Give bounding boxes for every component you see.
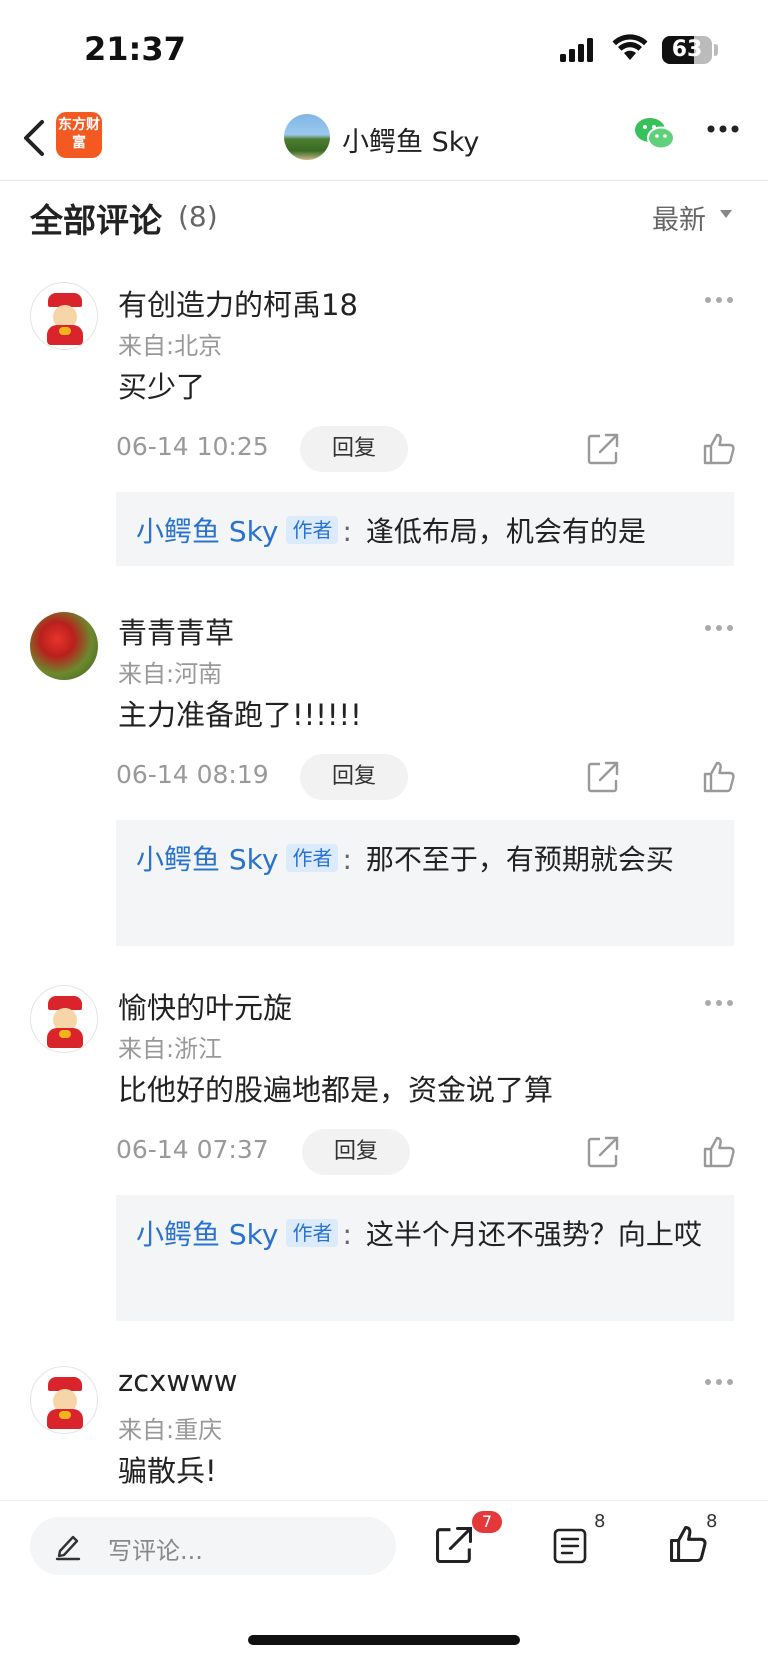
comments-count: (8) bbox=[178, 200, 218, 233]
more-icon[interactable] bbox=[706, 124, 740, 134]
reply-colon: : bbox=[342, 843, 352, 876]
share-icon[interactable] bbox=[586, 1135, 620, 1169]
wifi-icon bbox=[612, 34, 648, 60]
wechat-icon[interactable] bbox=[634, 116, 676, 152]
comment-username[interactable]: zcxwww bbox=[118, 1364, 237, 1398]
user-avatar[interactable] bbox=[30, 612, 98, 680]
reply-text: 逢低布局，机会有的是 bbox=[365, 515, 646, 548]
user-avatar[interactable] bbox=[30, 1366, 98, 1434]
cellular-signal-icon bbox=[560, 38, 593, 62]
chevron-down-icon[interactable] bbox=[720, 210, 732, 218]
comment-text: 比他好的股遍地都是，资金说了算 bbox=[118, 1073, 554, 1107]
battery-level: 63 bbox=[671, 37, 703, 62]
comment-username[interactable]: 青青青草 bbox=[118, 610, 234, 652]
reply-button[interactable]: 回复 bbox=[300, 426, 408, 472]
comment-item: zcxwww 来自:重庆 骗散兵! bbox=[0, 1330, 768, 1500]
reply-colon: : bbox=[342, 1218, 352, 1251]
share-count-badge: 7 bbox=[472, 1511, 502, 1533]
user-avatar[interactable] bbox=[30, 282, 98, 350]
reply-colon: : bbox=[342, 515, 352, 548]
comment-date: 06-14 08:19 bbox=[116, 760, 269, 789]
nav-title[interactable]: 小鳄鱼 Sky bbox=[342, 120, 479, 159]
comment-location: 来自:北京 bbox=[118, 332, 223, 360]
comment-more-icon[interactable] bbox=[704, 1378, 734, 1386]
comment-text: 骗散兵! bbox=[118, 1454, 217, 1488]
comment-count: 8 bbox=[594, 1511, 606, 1532]
sort-dropdown[interactable]: 最新 bbox=[652, 198, 706, 237]
comment-input-placeholder: 写评论... bbox=[108, 1537, 203, 1565]
nav-bar: 东方财富 小鳄鱼 Sky bbox=[0, 100, 768, 181]
like-icon[interactable] bbox=[702, 1135, 736, 1169]
comments-title: 全部评论 bbox=[30, 201, 162, 240]
comment-text: 买少了 bbox=[118, 370, 206, 404]
reply-text: 那不至于，有预期就会买 bbox=[365, 843, 674, 876]
comment-item: 青青青草 来自:河南 主力准备跑了!!!!!! 06-14 08:19 回复 小… bbox=[0, 580, 768, 950]
comment-more-icon[interactable] bbox=[704, 999, 734, 1007]
user-avatar[interactable] bbox=[30, 985, 98, 1053]
comment-location: 来自:浙江 bbox=[118, 1035, 223, 1063]
share-icon[interactable] bbox=[586, 760, 620, 794]
pencil-icon bbox=[55, 1535, 81, 1561]
reply-text: 这半个月还不强势？向上哎 bbox=[365, 1218, 702, 1251]
author-avatar[interactable] bbox=[284, 114, 330, 160]
home-indicator[interactable] bbox=[248, 1635, 520, 1645]
author-badge: 作者 bbox=[286, 844, 339, 872]
reply-author[interactable]: 小鳄鱼 Sky bbox=[136, 515, 278, 548]
like-icon[interactable] bbox=[702, 432, 736, 466]
comment-input[interactable]: 写评论... bbox=[30, 1517, 396, 1575]
share-icon[interactable] bbox=[586, 432, 620, 466]
share-icon[interactable] bbox=[434, 1525, 474, 1565]
status-bar: 21:37 63 bbox=[0, 0, 768, 100]
author-reply: 小鳄鱼 Sky 作者: 逢低布局，机会有的是 bbox=[116, 492, 734, 566]
app-logo[interactable]: 东方财富 bbox=[56, 112, 102, 158]
comment-username[interactable]: 愉快的叶元旋 bbox=[118, 985, 292, 1027]
author-badge: 作者 bbox=[286, 516, 339, 544]
comment-more-icon[interactable] bbox=[704, 624, 734, 632]
comment-username[interactable]: 有创造力的柯禹18 bbox=[118, 282, 358, 324]
author-reply: 小鳄鱼 Sky 作者: 这半个月还不强势？向上哎 bbox=[116, 1195, 734, 1321]
comments-icon[interactable] bbox=[552, 1527, 588, 1565]
status-time: 21:37 bbox=[84, 30, 186, 68]
comment-item: 有创造力的柯禹18 来自:北京 买少了 06-14 10:25 回复 小鳄鱼 S… bbox=[0, 252, 768, 572]
reply-button[interactable]: 回复 bbox=[302, 1129, 410, 1175]
comment-location: 来自:重庆 bbox=[118, 1416, 223, 1444]
comments-header: 全部评论 (8) 最新 bbox=[0, 180, 768, 252]
author-badge: 作者 bbox=[286, 1219, 339, 1247]
reply-author[interactable]: 小鳄鱼 Sky bbox=[136, 843, 278, 876]
comment-location: 来自:河南 bbox=[118, 660, 223, 688]
back-icon[interactable] bbox=[16, 112, 56, 164]
comment-text: 主力准备跑了!!!!!! bbox=[118, 698, 362, 732]
battery-cap bbox=[714, 44, 718, 56]
comment-item: 愉快的叶元旋 来自:浙江 比他好的股遍地都是，资金说了算 06-14 07:37… bbox=[0, 955, 768, 1325]
reply-author[interactable]: 小鳄鱼 Sky bbox=[136, 1218, 278, 1251]
bottom-bar: 写评论... 7 8 8 bbox=[0, 1500, 768, 1664]
battery-icon: 63 bbox=[662, 36, 712, 64]
comment-date: 06-14 10:25 bbox=[116, 432, 269, 461]
comment-date: 06-14 07:37 bbox=[116, 1135, 269, 1164]
like-icon[interactable] bbox=[668, 1523, 708, 1565]
comment-more-icon[interactable] bbox=[704, 296, 734, 304]
reply-button[interactable]: 回复 bbox=[300, 754, 408, 800]
like-icon[interactable] bbox=[702, 760, 736, 794]
author-reply: 小鳄鱼 Sky 作者: 那不至于，有预期就会买 bbox=[116, 820, 734, 946]
like-count: 8 bbox=[706, 1511, 718, 1532]
